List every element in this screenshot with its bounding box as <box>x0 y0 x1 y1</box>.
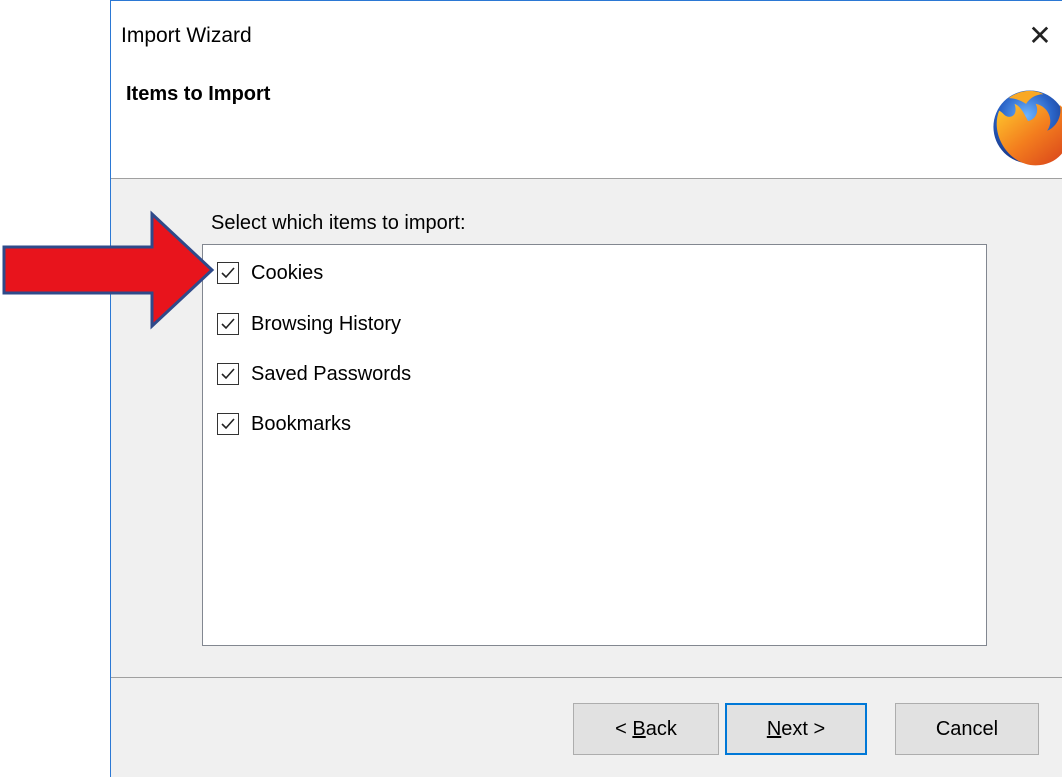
cancel-button[interactable]: Cancel <box>895 703 1039 755</box>
next-button-rest: ext > <box>781 717 826 740</box>
list-item-bookmarks[interactable]: Bookmarks <box>217 409 351 439</box>
browsing-history-checkbox[interactable] <box>217 313 239 335</box>
window-title: Import Wizard <box>121 24 252 47</box>
close-icon: ✕ <box>1028 19 1052 51</box>
cookies-label: Cookies <box>251 261 324 284</box>
next-button-mnemonic: N <box>766 717 782 740</box>
footer-divider <box>111 677 1062 678</box>
checkmark-icon <box>221 418 235 430</box>
saved-passwords-checkbox[interactable] <box>217 363 239 385</box>
browsing-history-label: Browsing History <box>251 312 402 335</box>
back-button-mnemonic: B <box>632 717 646 740</box>
back-button[interactable]: < Back <box>573 703 719 755</box>
page-title: Items to Import <box>126 83 271 105</box>
checkmark-icon <box>221 368 235 380</box>
back-button-rest: ack <box>645 717 677 740</box>
cookies-checkbox[interactable] <box>217 262 239 284</box>
list-item-cookies[interactable]: Cookies <box>217 258 323 288</box>
bookmarks-checkbox[interactable] <box>217 413 239 435</box>
list-item-saved-passwords[interactable]: Saved Passwords <box>217 359 411 389</box>
cancel-button-label: Cancel <box>935 717 999 740</box>
import-wizard-dialog: Import Wizard ✕ Items to Import Select w… <box>110 0 1062 777</box>
back-button-prefix: < <box>615 717 633 740</box>
red-arrow-icon <box>2 210 215 330</box>
checkmark-icon <box>221 318 235 330</box>
list-item-browsing-history[interactable]: Browsing History <box>217 309 401 339</box>
next-button[interactable]: Next > <box>725 703 867 755</box>
saved-passwords-label: Saved Passwords <box>251 362 412 385</box>
wizard-header: Items to Import <box>111 61 1062 179</box>
import-items-list: Cookies Browsing History Saved Passwords… <box>202 244 987 646</box>
bookmarks-label: Bookmarks <box>251 412 352 435</box>
firefox-logo-icon <box>993 90 1062 166</box>
checkmark-icon <box>221 267 235 279</box>
screenshot: Import Wizard ✕ Items to Import Select w… <box>0 0 1062 777</box>
close-button[interactable]: ✕ <box>1018 15 1062 55</box>
select-items-prompt: Select which items to import: <box>211 212 466 234</box>
